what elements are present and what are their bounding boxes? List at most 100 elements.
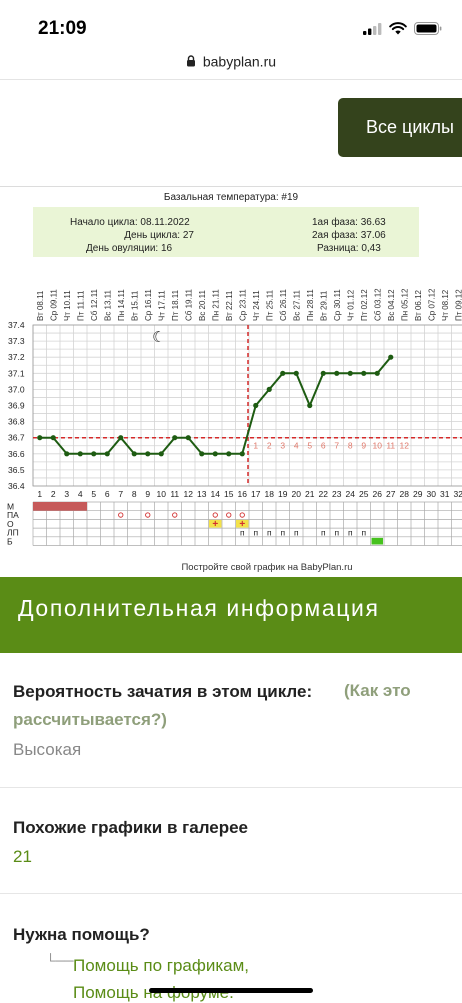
date-label: Ср 07.12 xyxy=(427,288,436,321)
info-cycle-day: День цикла: 27 xyxy=(124,230,194,241)
date-label: Вт 15.11 xyxy=(130,290,139,321)
temperature-point xyxy=(307,402,313,409)
divider xyxy=(0,787,462,788)
luteal-day-label: 8 xyxy=(348,441,353,451)
forum-help-link[interactable]: Помощь на форуме. xyxy=(73,983,234,1003)
cycle-day-number: 3 xyxy=(64,489,69,499)
additional-info-banner: Дополнительная информация xyxy=(0,577,462,653)
cycle-day-number: 30 xyxy=(427,489,437,499)
all-cycles-button[interactable]: Все циклы xyxy=(338,98,462,157)
temperature-point xyxy=(185,435,191,441)
cycle-day-number: 5 xyxy=(91,489,96,499)
pa-mark xyxy=(239,512,245,518)
cycle-day-number: 27 xyxy=(386,489,396,499)
cycle-day-number: 11 xyxy=(170,489,179,499)
status-bar: 21:09 xyxy=(0,0,462,52)
lp-mark: п xyxy=(280,528,285,538)
cycle-day-number: 8 xyxy=(132,489,137,499)
info-ovulation-day: День овуляции: 16 xyxy=(86,243,173,254)
cycle-day-number: 19 xyxy=(278,489,288,499)
address-bar[interactable]: babyplan.ru xyxy=(0,52,462,78)
cycle-day-number: 29 xyxy=(413,489,423,499)
cycle-day-number: 28 xyxy=(400,489,410,499)
date-label: Пн 28.11 xyxy=(306,289,315,321)
additional-info-title: Дополнительная информация xyxy=(18,595,380,621)
temperature-point xyxy=(253,402,259,409)
temperature-point xyxy=(347,370,353,376)
date-label: Чт 08.12 xyxy=(441,289,450,321)
cycle-day-number: 25 xyxy=(359,489,369,499)
temperature-point xyxy=(266,386,272,392)
y-tick-label: 36.5 xyxy=(8,465,25,475)
luteal-day-label: 3 xyxy=(280,441,285,451)
date-label: Вт 08.11 xyxy=(36,290,45,321)
wifi-icon xyxy=(389,22,407,35)
moon-icon: ☾ xyxy=(152,328,165,346)
date-label: Вт 06.12 xyxy=(414,289,423,321)
date-label: Сб 12.11 xyxy=(90,288,99,321)
temperature-point xyxy=(37,435,43,441)
ovulation-test-plus: + xyxy=(212,519,218,530)
cycle-day-number: 13 xyxy=(197,489,207,499)
luteal-day-label: 7 xyxy=(334,441,339,451)
cycle-day-number: 24 xyxy=(346,489,356,499)
temperature-point xyxy=(172,435,178,441)
info-difference: Разница: 0,43 xyxy=(317,243,381,254)
temperature-point xyxy=(388,354,394,360)
luteal-day-label: 10 xyxy=(373,441,383,451)
chart-title: Базальная температура: #19 xyxy=(164,192,299,203)
temperature-point xyxy=(320,370,326,376)
date-label: Пт 18.11 xyxy=(171,289,180,321)
date-label: Вс 20.11 xyxy=(198,289,207,321)
battery-icon xyxy=(414,22,442,35)
header-divider xyxy=(0,79,462,80)
cycle-day-number: 7 xyxy=(118,489,123,499)
info-phase2: 2ая фаза: 37.06 xyxy=(312,229,386,241)
pa-mark xyxy=(226,512,232,518)
temperature-point xyxy=(334,370,340,376)
luteal-day-label: 9 xyxy=(361,441,366,451)
y-tick-label: 37.3 xyxy=(8,336,25,346)
pa-mark xyxy=(172,512,178,518)
conception-help-link[interactable]: (Как это рассчитывается?) xyxy=(13,676,443,734)
menstruation-cell xyxy=(73,502,87,511)
y-tick-label: 36.9 xyxy=(8,401,25,411)
cycle-day-number: 2 xyxy=(51,489,56,499)
temperature-point xyxy=(374,370,380,376)
date-label: Ср 16.11 xyxy=(144,289,153,321)
cycle-day-number: 20 xyxy=(292,489,302,499)
lp-mark: п xyxy=(240,528,245,538)
cycle-day-number: 17 xyxy=(251,489,261,499)
cycle-day-number: 31 xyxy=(440,489,450,499)
luteal-day-label: 1 xyxy=(253,441,258,451)
date-label: Вс 13.11 xyxy=(103,289,112,321)
luteal-day-label: 6 xyxy=(321,441,326,451)
y-tick-label: 37.0 xyxy=(8,384,25,394)
cycle-day-number: 4 xyxy=(78,489,83,499)
temperature-point xyxy=(50,435,56,441)
y-tick-label: 37.1 xyxy=(8,368,25,378)
date-label: Сб 26.11 xyxy=(279,288,288,321)
luteal-day-label: 4 xyxy=(294,441,299,451)
bbt-chart-container: Базальная температура: #19 Начало цикла: … xyxy=(0,186,462,579)
conception-help-link-text[interactable]: (Как это рассчитывается?) xyxy=(13,681,411,729)
charts-help-link[interactable]: Помощь по графикам, xyxy=(73,956,249,976)
date-label: Вс 27.11 xyxy=(292,289,301,321)
luteal-day-label: 2 xyxy=(267,441,272,451)
temperature-point xyxy=(77,451,83,457)
date-label: Чт 24.11 xyxy=(252,290,261,321)
similar-charts-count-link[interactable]: 21 xyxy=(13,847,32,867)
tree-branch-icon: └── xyxy=(46,953,74,968)
signal-icon xyxy=(363,22,382,35)
status-time: 21:09 xyxy=(38,18,87,39)
date-label: Ср 09.11 xyxy=(49,289,58,321)
chart-footer: Постройте свой график на BabyPlan.ru xyxy=(181,562,352,573)
lp-mark: п xyxy=(294,528,299,538)
help-label: Нужна помощь? xyxy=(13,925,150,944)
menstruation-cell xyxy=(46,502,60,511)
cycle-day-number: 15 xyxy=(224,489,234,499)
conception-value: Высокая xyxy=(13,740,82,759)
luteal-day-label: 5 xyxy=(307,441,312,451)
y-tick-label: 36.4 xyxy=(8,481,25,491)
date-label: Ср 23.11 xyxy=(238,289,247,321)
